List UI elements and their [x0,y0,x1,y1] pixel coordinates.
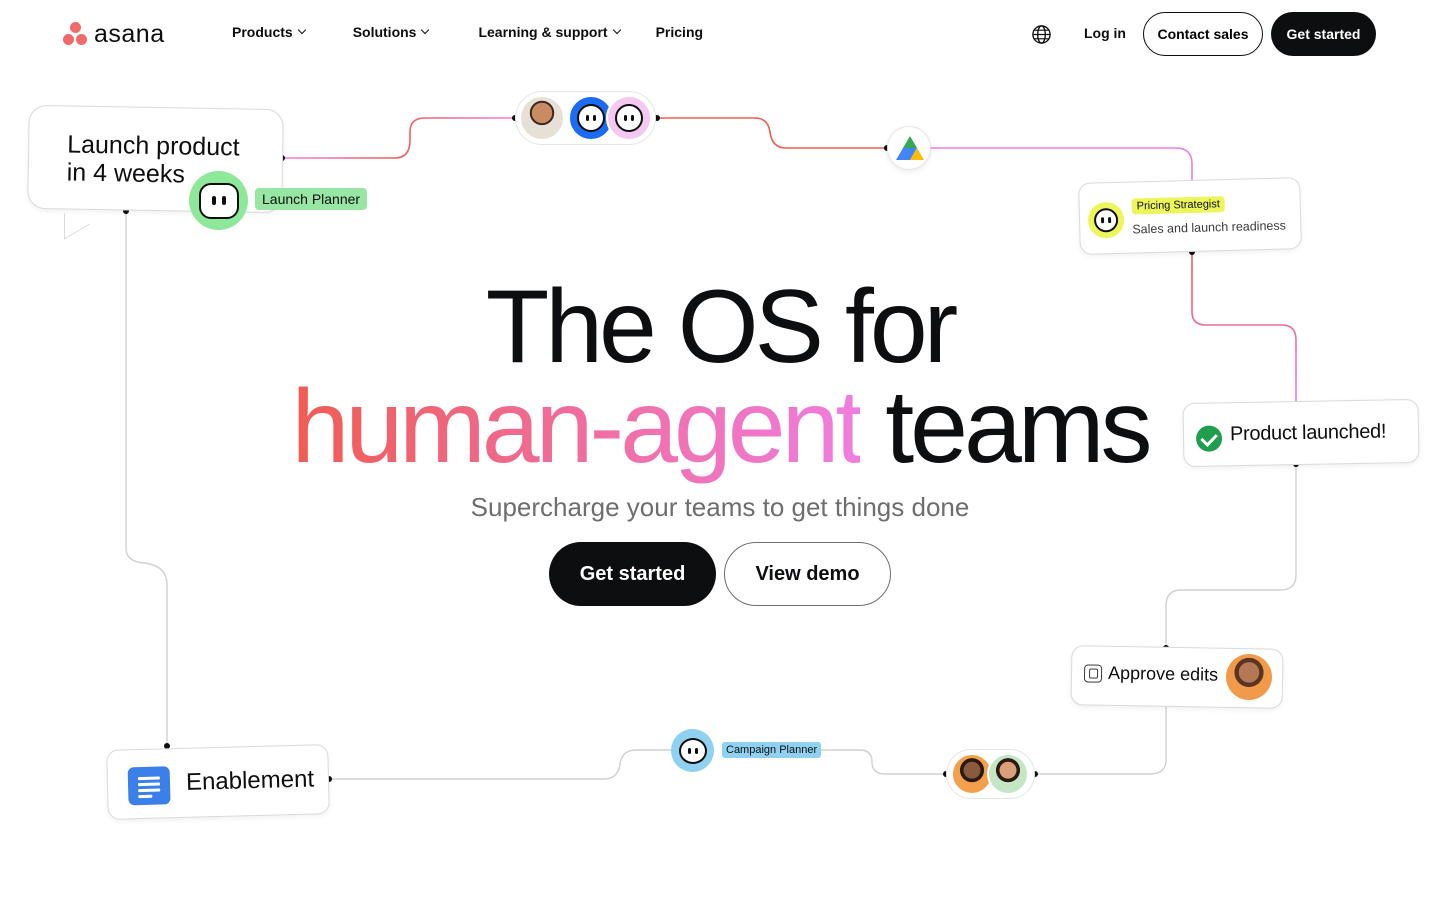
top-nav: asana Products Solutions Learning & supp… [0,0,1440,68]
hero-headline-line1: The OS for [485,269,959,385]
hero-dark-text: teams [885,369,1152,485]
hero-headline-line2: human-agent teams [0,372,1440,482]
nav-solutions-label: Solutions [352,24,417,40]
hero-get-started-button[interactable]: Get started [549,542,716,606]
chevron-down-icon [297,25,306,35]
login-link[interactable]: Log in [1084,25,1126,41]
document-icon [127,766,171,806]
view-demo-button[interactable]: View demo [724,542,891,606]
nav-learning-label: Learning & support [478,24,608,40]
nav-products[interactable]: Products [232,24,306,40]
google-drive-icon [887,126,931,170]
main-menu: Products Solutions Learning & support Pr… [232,24,703,40]
asana-logo-icon [63,22,89,46]
chevron-down-icon [612,25,621,35]
pricing-strategist-desc: Sales and launch readiness [1132,218,1287,237]
pricing-strategist-card: Pricing Strategist Sales and launch read… [1078,177,1302,255]
logo-text: asana [94,19,165,48]
hero-gradient-text: human-agent [291,369,864,485]
reviewer-avatar [1226,654,1272,700]
chevron-down-icon [421,25,430,35]
campaign-planner-agent-icon [671,729,714,772]
launch-planner-tag: Launch Planner [255,188,368,210]
approval-stamp-icon [1083,664,1103,683]
enablement-card: Enablement [106,744,330,820]
nav-get-started-button[interactable]: Get started [1271,12,1376,56]
nav-learning-support[interactable]: Learning & support [478,24,621,40]
person-avatar [519,95,565,141]
pricing-strategist-agent-icon [1087,201,1125,239]
nav-solutions[interactable]: Solutions [352,24,430,40]
launch-line1: Launch product [66,130,240,162]
campaign-planner-tag: Campaign Planner [722,742,822,758]
hero-subtitle: Supercharge your teams to get things don… [470,492,970,522]
pink-agent-avatar [606,95,652,141]
nav-products-label: Products [232,24,293,40]
approve-edits-text: Approve edits [1107,662,1219,685]
pricing-strategist-tag: Pricing Strategist [1131,196,1226,215]
contact-sales-button[interactable]: Contact sales [1143,12,1263,56]
asana-logo[interactable]: asana [63,19,165,48]
person-avatar [987,753,1029,795]
nav-pricing-label: Pricing [655,24,704,40]
enablement-text: Enablement [185,765,315,796]
nav-pricing[interactable]: Pricing [656,24,703,40]
launch-planner-agent-icon [189,171,248,230]
globe-icon[interactable] [1031,24,1052,45]
